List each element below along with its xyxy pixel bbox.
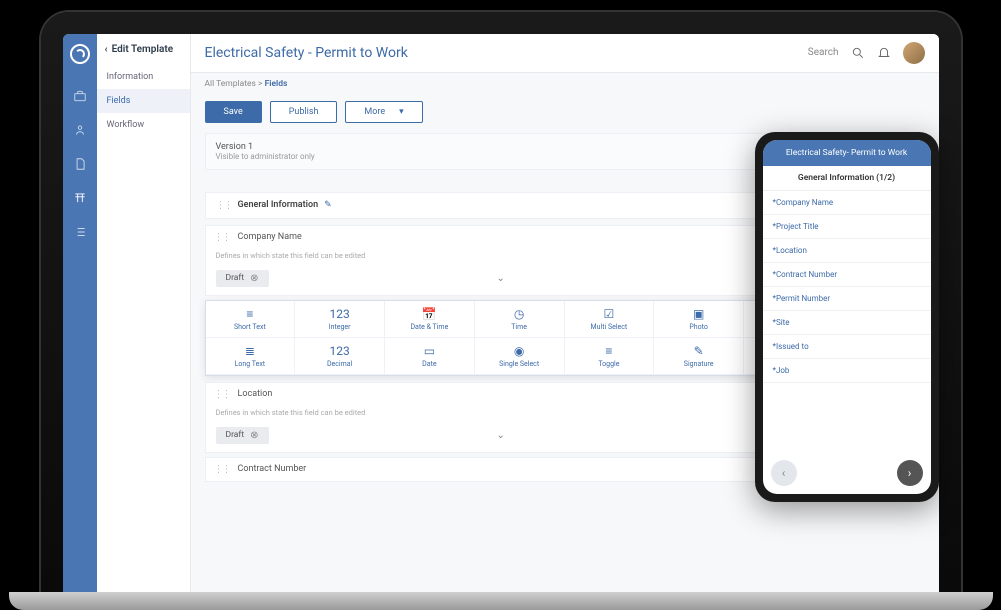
grid-icon[interactable] [72, 190, 88, 206]
chevron-down-icon[interactable]: ⌄ [497, 430, 505, 441]
phone-field[interactable]: *Contract Number [763, 263, 931, 287]
sidebar-header[interactable]: ‹ Edit Template [97, 34, 190, 65]
laptop-frame: ‹ Edit Template Information Fields Workf… [41, 12, 961, 592]
drag-icon[interactable]: ⋮⋮ [214, 232, 230, 243]
phone-next-button[interactable]: › [897, 460, 923, 486]
save-button[interactable]: Save [205, 101, 262, 123]
drag-icon[interactable]: ⋮⋮ [216, 200, 232, 211]
edit-icon[interactable]: ✎ [324, 200, 332, 210]
palette-time[interactable]: ◷Time [475, 301, 565, 338]
phone-field[interactable]: *Company Name [763, 191, 931, 215]
palette-toggle[interactable]: ≡Toggle [565, 338, 655, 375]
briefcase-icon[interactable] [72, 88, 88, 104]
palette-decimal[interactable]: 123Decimal [295, 338, 385, 375]
search-icon[interactable] [851, 46, 865, 60]
sidebar-title: Edit Template [112, 44, 173, 55]
palette-photo[interactable]: ▣Photo [654, 301, 744, 338]
document-icon[interactable] [72, 156, 88, 172]
state-chip[interactable]: Draft⊗ [216, 270, 269, 287]
close-icon: ⊗ [250, 273, 258, 284]
photo-icon: ▣ [656, 307, 741, 321]
phone-nav: ‹ › [763, 452, 931, 494]
version-sub: Visible to administrator only [216, 152, 315, 161]
bell-icon[interactable] [877, 46, 891, 60]
close-icon: ⊗ [250, 430, 258, 441]
toggle-icon: ≡ [567, 344, 652, 358]
crumb-current: Fields [265, 79, 288, 89]
phone-field[interactable]: *Job [763, 359, 931, 383]
time-icon: ◷ [477, 307, 562, 321]
phone-field[interactable]: *Location [763, 239, 931, 263]
date-icon: ▭ [387, 344, 472, 358]
palette-multiselect[interactable]: ☑Multi Select [565, 301, 655, 338]
drag-icon[interactable]: ⋮⋮ [214, 464, 230, 475]
toolbar: Save Publish More▾ [191, 95, 939, 133]
chevron-down-icon[interactable]: ⌄ [497, 273, 505, 284]
avatar[interactable] [903, 42, 925, 64]
section-title: General Information [238, 200, 319, 210]
signature-icon: ✎ [656, 344, 741, 358]
decimal-icon: 123 [297, 344, 382, 358]
sidebar: ‹ Edit Template Information Fields Workf… [97, 34, 191, 592]
long-text-icon: ≣ [208, 344, 293, 358]
field-name[interactable]: Location [238, 389, 798, 399]
phone-field[interactable]: *Issued to [763, 335, 931, 359]
page-title: Electrical Safety - Permit to Work [205, 45, 796, 61]
sidebar-item-fields[interactable]: Fields [97, 89, 190, 113]
singleselect-icon: ◉ [477, 344, 562, 358]
field-name[interactable]: Company Name [238, 232, 798, 242]
publish-button[interactable]: Publish [270, 101, 338, 123]
more-button[interactable]: More▾ [345, 101, 422, 123]
integer-icon: 123 [297, 307, 382, 321]
app-logo-icon[interactable] [70, 44, 90, 64]
drag-icon[interactable]: ⋮⋮ [214, 389, 230, 400]
phone-title: Electrical Safety- Permit to Work [763, 140, 931, 166]
phone-field[interactable]: *Site [763, 311, 931, 335]
topbar: Electrical Safety - Permit to Work Searc… [191, 34, 939, 73]
people-icon[interactable] [72, 122, 88, 138]
phone-section: General Information (1/2) [763, 166, 931, 191]
phone-screen: Electrical Safety- Permit to Work Genera… [763, 140, 931, 494]
palette-integer[interactable]: 123Integer [295, 301, 385, 338]
list-icon[interactable] [72, 224, 88, 240]
phone-preview: Electrical Safety- Permit to Work Genera… [755, 132, 939, 502]
phone-field[interactable]: *Project Title [763, 215, 931, 239]
chevron-left-icon: ‹ [105, 44, 108, 55]
app-screen: ‹ Edit Template Information Fields Workf… [63, 34, 939, 592]
palette-long-text[interactable]: ≣Long Text [206, 338, 296, 375]
breadcrumb: All Templates > Fields [191, 73, 939, 95]
sidebar-item-workflow[interactable]: Workflow [97, 113, 190, 137]
multiselect-icon: ☑ [567, 307, 652, 321]
state-chip[interactable]: Draft⊗ [216, 427, 269, 444]
sidebar-item-information[interactable]: Information [97, 65, 190, 89]
palette-signature[interactable]: ✎Signature [654, 338, 744, 375]
palette-singleselect[interactable]: ◉Single Select [475, 338, 565, 375]
phone-prev-button[interactable]: ‹ [771, 460, 797, 486]
palette-short-text[interactable]: ≡Short Text [206, 301, 296, 338]
field-name[interactable]: Contract Number [238, 464, 798, 474]
datetime-icon: 📅 [387, 307, 472, 321]
nav-rail [63, 34, 97, 592]
search-input[interactable]: Search [808, 43, 839, 62]
palette-date[interactable]: ▭Date [385, 338, 475, 375]
phone-field[interactable]: *Permit Number [763, 287, 931, 311]
version-label: Version 1 [216, 142, 315, 152]
palette-datetime[interactable]: 📅Date & Time [385, 301, 475, 338]
crumb-root[interactable]: All Templates [205, 79, 256, 89]
caret-down-icon: ▾ [399, 107, 404, 117]
short-text-icon: ≡ [208, 307, 293, 321]
